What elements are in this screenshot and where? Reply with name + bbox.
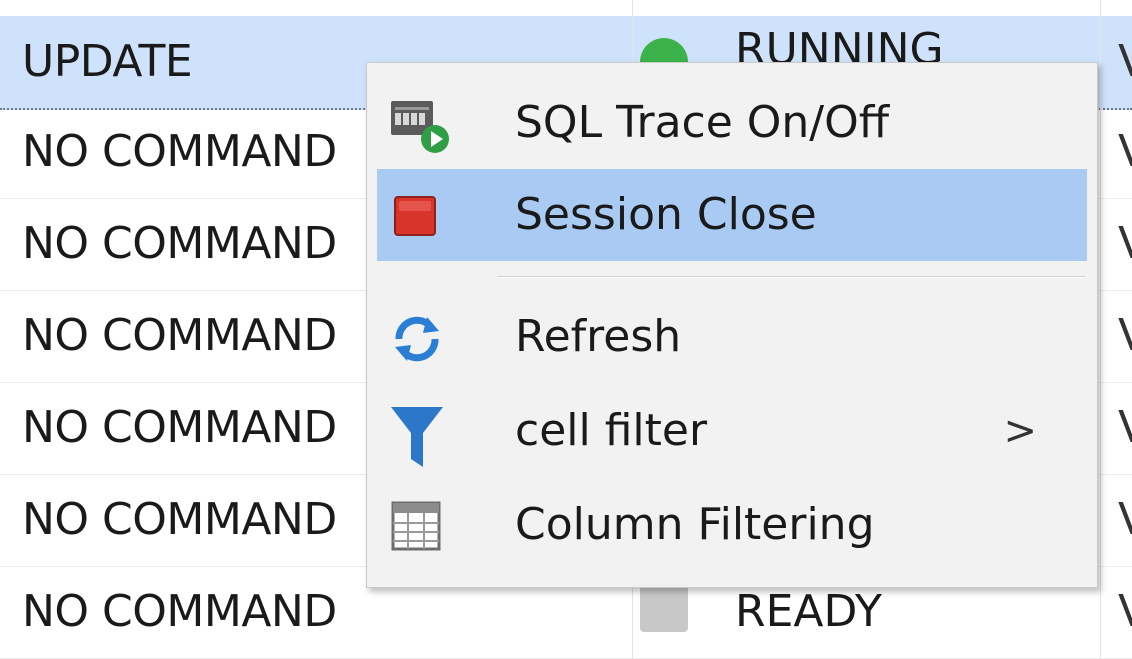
submenu-arrow-icon: >	[1003, 408, 1037, 454]
context-menu: SQL Trace On/Off Session Close Refresh c…	[366, 62, 1098, 588]
status-ready-icon	[640, 584, 688, 632]
next-column-cell: V	[1118, 290, 1132, 382]
menu-item-label: Column Filtering	[515, 499, 875, 550]
next-column-cell: V	[1118, 474, 1132, 566]
next-column-cell: V	[1118, 198, 1132, 290]
menu-item-column-filtering[interactable]: Column Filtering	[377, 479, 1087, 571]
menu-item-label: Refresh	[515, 311, 682, 362]
next-column-cell: V	[1118, 16, 1132, 108]
column-divider	[1100, 198, 1101, 290]
column-divider	[1100, 382, 1101, 474]
menu-item-label: cell filter	[515, 405, 708, 456]
menu-item-label: Session Close	[515, 189, 817, 240]
next-column-cell: V	[1118, 566, 1132, 658]
column-divider	[1100, 566, 1101, 658]
menu-item-session-close[interactable]: Session Close	[377, 169, 1087, 261]
stop-icon	[391, 191, 439, 239]
sql-trace-icon	[391, 99, 449, 153]
menu-item-refresh[interactable]: Refresh	[377, 291, 1087, 383]
command-cell: NO COMMAND	[22, 126, 337, 177]
column-divider	[1100, 290, 1101, 382]
next-column-cell: V	[1118, 382, 1132, 474]
refresh-icon	[391, 313, 439, 362]
funnel-icon	[391, 407, 443, 467]
command-cell: NO COMMAND	[22, 494, 337, 545]
next-column-cell: V	[1118, 106, 1132, 198]
menu-separator	[497, 276, 1085, 278]
column-divider	[1100, 106, 1101, 198]
command-cell: NO COMMAND	[22, 402, 337, 453]
column-divider	[1100, 16, 1101, 108]
command-cell: NO COMMAND	[22, 586, 337, 637]
command-cell: UPDATE	[22, 36, 193, 87]
command-cell: NO COMMAND	[22, 218, 337, 269]
menu-item-label: SQL Trace On/Off	[515, 97, 890, 148]
menu-item-sql-trace[interactable]: SQL Trace On/Off	[377, 77, 1087, 169]
command-cell: NO COMMAND	[22, 310, 337, 361]
menu-item-cell-filter[interactable]: cell filter >	[377, 385, 1087, 477]
column-divider	[1100, 474, 1101, 566]
table-grid-icon	[391, 501, 441, 551]
